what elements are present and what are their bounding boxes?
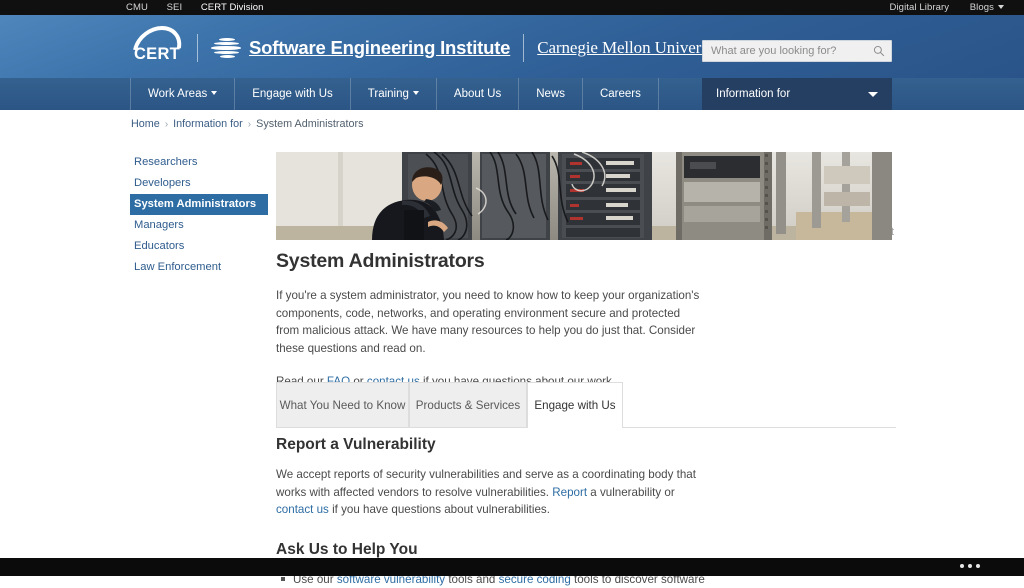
site-header: CERT Software Engineering Institute Carn…	[0, 15, 1024, 78]
sei-sphere-icon	[211, 37, 241, 59]
utility-link-cert-division[interactable]: CERT Division	[201, 2, 264, 13]
sidebar-item-researchers[interactable]: Researchers	[130, 152, 270, 173]
breadcrumb-information-for[interactable]: Information for	[173, 118, 243, 130]
nav-item-work-areas[interactable]: Work Areas	[130, 78, 235, 110]
more-options-icon[interactable]	[960, 564, 980, 568]
report-link[interactable]: Report	[552, 486, 587, 499]
chevron-down-icon	[413, 91, 419, 95]
page-title: System Administrators	[276, 250, 896, 273]
utility-link-blogs[interactable]: Blogs	[970, 2, 1004, 13]
nav-item-training[interactable]: Training	[351, 78, 437, 110]
search-input[interactable]	[709, 41, 869, 61]
chevron-down-icon	[998, 5, 1004, 9]
cert-logo-text: CERT	[130, 45, 184, 64]
report-text-part2: a vulnerability or	[587, 486, 675, 499]
breadcrumb-row: Home › Information for › System Administrato…	[0, 110, 1024, 140]
tab-what-you-need-to-know[interactable]: What You Need to Know	[276, 382, 409, 427]
breadcrumb-separator: ›	[248, 119, 251, 130]
utility-link-sei[interactable]: SEI	[167, 2, 183, 13]
sidebar-item-educators[interactable]: Educators	[130, 236, 270, 257]
nav-item-work-areas-label: Work Areas	[148, 88, 207, 100]
tab-products-and-services[interactable]: Products & Services	[409, 382, 527, 427]
information-for-dropdown[interactable]: Information for	[702, 78, 892, 110]
report-vulnerability-title: Report a Vulnerability	[276, 436, 896, 454]
nav-item-careers[interactable]: Careers	[583, 78, 659, 110]
utility-bar-right-links: Digital Library Blogs	[872, 2, 1004, 13]
cmu-wordmark[interactable]: Carnegie Mellon University	[537, 38, 725, 58]
brand-row: CERT Software Engineering Institute Carn…	[130, 23, 725, 73]
intro-paragraph: If you're a system administrator, you ne…	[276, 287, 700, 357]
brand-divider-1	[197, 34, 198, 62]
cert-logo[interactable]: CERT	[130, 26, 184, 70]
sidebar-item-law-enforcement[interactable]: Law Enforcement	[130, 257, 270, 278]
breadcrumb-current: System Administrators	[256, 118, 363, 130]
report-text-part3: if you have questions about vulnerabilit…	[329, 503, 550, 516]
brand-divider-2	[523, 34, 524, 62]
report-vulnerability-paragraph: We accept reports of security vulnerabil…	[276, 466, 700, 519]
hero-banner-image	[276, 152, 892, 240]
nav-item-about-us[interactable]: About Us	[437, 78, 519, 110]
sidebar-item-managers[interactable]: Managers	[130, 215, 270, 236]
tab-engage-with-us[interactable]: Engage with Us	[527, 382, 623, 428]
search-icon[interactable]	[873, 45, 885, 57]
main-nav-items: Work Areas Engage with Us Training About…	[130, 78, 659, 110]
sei-wordmark[interactable]: Software Engineering Institute	[249, 37, 510, 59]
breadcrumb: Home › Information for › System Administrato…	[131, 118, 364, 130]
sidebar-item-system-administrators[interactable]: System Administrators	[130, 194, 268, 215]
nav-item-engage-with-us[interactable]: Engage with Us	[235, 78, 351, 110]
search-box[interactable]	[702, 40, 892, 62]
utility-bar-left-links: CMU SEI CERT Division	[126, 2, 280, 13]
chevron-down-icon	[211, 91, 217, 95]
chevron-down-icon	[868, 92, 878, 97]
information-for-label: Information for	[716, 78, 790, 110]
bottom-bar	[0, 558, 1024, 576]
contact-us-link-2[interactable]: contact us	[276, 503, 329, 516]
sidebar: Researchers Developers System Administra…	[130, 152, 270, 278]
ask-us-title: Ask Us to Help You	[276, 541, 896, 559]
sidebar-item-developers[interactable]: Developers	[130, 173, 270, 194]
content-tabs: What You Need to Know Products & Service…	[276, 382, 896, 428]
nav-item-news[interactable]: News	[519, 78, 583, 110]
breadcrumb-separator: ›	[165, 119, 168, 130]
utility-bar: CMU SEI CERT Division Digital Library Bl…	[0, 0, 1024, 15]
utility-link-cmu[interactable]: CMU	[126, 2, 148, 13]
nav-item-training-label: Training	[368, 88, 409, 100]
utility-link-blogs-label: Blogs	[970, 2, 994, 13]
breadcrumb-home[interactable]: Home	[131, 118, 160, 130]
utility-link-digital-library[interactable]: Digital Library	[890, 2, 950, 13]
